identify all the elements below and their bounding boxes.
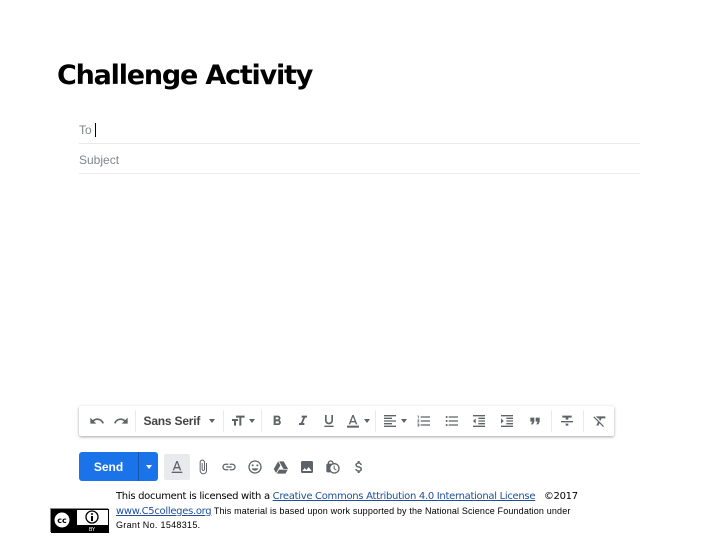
site-link[interactable]: www.C5colleges.org xyxy=(116,506,212,517)
chevron-down-icon xyxy=(400,419,407,423)
funding-text: This material is based upon work support… xyxy=(211,506,571,516)
italic-icon xyxy=(299,415,308,425)
paperclip-icon xyxy=(199,459,207,474)
numbered-list-icon xyxy=(417,415,430,427)
text-cursor xyxy=(94,122,96,137)
slide-title: Challenge Activity xyxy=(57,60,313,91)
creative-commons-icon: cc BY xyxy=(51,509,109,533)
remove-formatting-button[interactable] xyxy=(586,406,614,436)
dollar-icon xyxy=(355,460,362,473)
indent-more-icon xyxy=(500,415,513,427)
to-label: To xyxy=(79,122,92,137)
strikethrough-icon xyxy=(561,415,574,426)
cc-by-license-badge[interactable]: cc BY xyxy=(50,508,109,533)
toolbar-divider xyxy=(261,410,263,432)
redo-button[interactable] xyxy=(109,406,133,436)
compose-action-bar: Send xyxy=(79,452,372,481)
grant-line: Grant No. 1548315. xyxy=(116,520,201,530)
underline-button[interactable] xyxy=(316,406,342,436)
attach-files-button[interactable] xyxy=(190,454,216,480)
insert-emoji-button[interactable] xyxy=(242,454,268,480)
funding-line: www.C5colleges.org This material is base… xyxy=(116,506,571,517)
bulleted-list-button[interactable] xyxy=(438,406,466,436)
text-size-button[interactable] xyxy=(226,406,260,436)
italic-button[interactable] xyxy=(290,406,316,436)
text-color-icon xyxy=(346,415,359,428)
subject-label: Subject xyxy=(79,152,120,167)
license-link[interactable]: Creative Commons Attribution 4.0 Interna… xyxy=(273,491,536,502)
text-size-icon xyxy=(232,415,245,426)
underline-icon xyxy=(324,415,334,427)
undo-icon xyxy=(90,417,104,424)
toolbar-divider xyxy=(583,410,585,432)
quote-icon xyxy=(530,417,540,425)
insert-photo-button[interactable] xyxy=(294,454,320,480)
emoji-icon xyxy=(248,459,262,474)
numbered-list-button[interactable] xyxy=(410,406,438,436)
indent-less-icon xyxy=(473,415,486,427)
link-icon xyxy=(222,463,236,470)
indent-more-button[interactable] xyxy=(493,406,521,436)
toolbar-divider xyxy=(222,410,224,432)
font-family-select[interactable]: Sans Serif xyxy=(138,406,221,436)
google-drive-icon xyxy=(273,460,289,474)
quote-button[interactable] xyxy=(521,406,549,436)
formatting-options-icon xyxy=(171,460,183,473)
insert-drive-file-button[interactable] xyxy=(268,454,294,480)
bold-icon xyxy=(273,415,282,425)
redo-icon xyxy=(113,417,128,424)
to-field[interactable]: To xyxy=(79,114,640,144)
license-line: This document is licensed with a Creativ… xyxy=(116,491,578,502)
remove-formatting-icon xyxy=(593,416,606,427)
toolbar-divider xyxy=(550,410,552,432)
insert-link-button[interactable] xyxy=(216,454,242,480)
lock-clock-icon xyxy=(326,459,340,474)
chevron-down-icon xyxy=(249,419,256,423)
text-color-button[interactable] xyxy=(342,406,374,436)
confidential-mode-button[interactable] xyxy=(320,454,346,480)
font-family-value: Sans Serif xyxy=(143,414,201,428)
send-button[interactable]: Send xyxy=(79,452,138,481)
license-prefix: This document is licensed with a xyxy=(116,491,273,502)
subject-field[interactable]: Subject xyxy=(79,144,640,174)
indent-less-button[interactable] xyxy=(465,406,493,436)
badge-text: BY xyxy=(89,527,96,533)
undo-button[interactable] xyxy=(85,406,109,436)
chevron-down-icon xyxy=(145,464,152,469)
bulleted-list-icon xyxy=(445,416,458,426)
chevron-down-icon xyxy=(208,419,215,423)
toolbar-divider xyxy=(375,410,377,432)
svg-text:cc: cc xyxy=(57,516,67,525)
more-send-options-button[interactable] xyxy=(138,452,158,481)
bold-button[interactable] xyxy=(264,406,290,436)
align-left-icon xyxy=(383,415,396,427)
chevron-down-icon xyxy=(363,419,370,423)
toolbar-divider xyxy=(134,410,136,432)
send-button-group: Send xyxy=(79,452,158,481)
license-footer: cc BY This document is licensed with a C… xyxy=(0,488,720,540)
formatting-options-button[interactable] xyxy=(164,453,190,480)
align-button[interactable] xyxy=(378,406,410,436)
copyright-text: ©2017 xyxy=(543,491,578,502)
formatting-toolbar: Sans Serif xyxy=(79,406,614,436)
send-money-button[interactable] xyxy=(346,454,372,480)
photo-icon xyxy=(301,460,313,473)
strikethrough-button[interactable] xyxy=(554,406,582,436)
